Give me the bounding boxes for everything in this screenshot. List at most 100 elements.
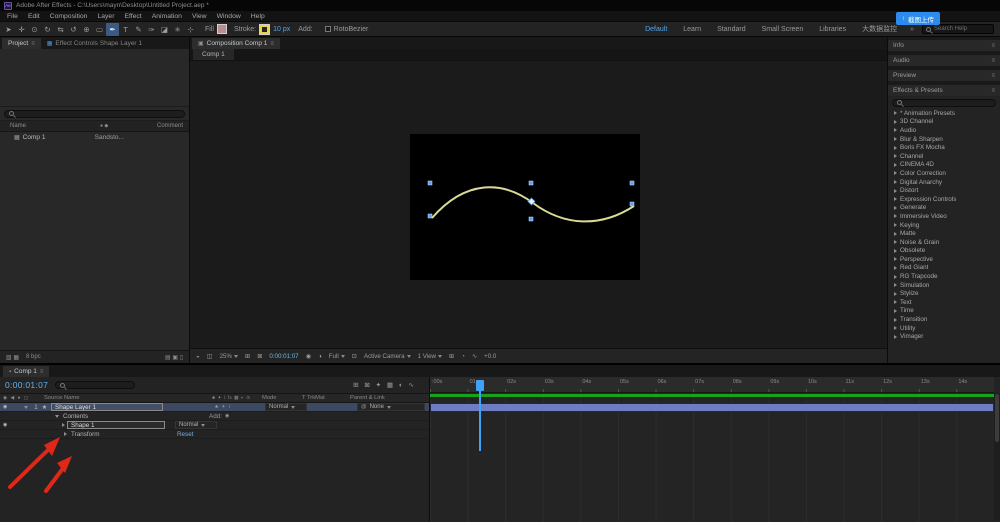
effects-category[interactable]: Perspective <box>888 255 1000 264</box>
selection-tool[interactable]: ➤ <box>2 23 15 36</box>
panel-menu-icon[interactable]: ≡ <box>991 73 995 79</box>
layer-switches[interactable]: ♣ ✦ / <box>215 405 265 410</box>
add-shape-button[interactable]: ◉ <box>225 413 229 419</box>
column-trkmat[interactable]: T TrkMat <box>302 395 350 401</box>
add-shape-label[interactable]: Add: <box>209 413 222 420</box>
panel-menu-icon[interactable]: ≡ <box>991 88 995 94</box>
fill-color-swatch[interactable] <box>217 25 226 33</box>
twirl-right-icon[interactable] <box>894 240 897 245</box>
twirl-right-icon[interactable] <box>894 308 897 313</box>
panel-menu-icon[interactable]: ≡ <box>991 58 995 64</box>
effects-category[interactable]: Red Giant <box>888 264 1000 273</box>
layer-duration-bar[interactable] <box>430 403 994 412</box>
column-comment[interactable]: Comment <box>157 123 189 129</box>
effects-category[interactable]: Channel <box>888 152 1000 161</box>
effects-category[interactable]: Stylize <box>888 289 1000 298</box>
effects-category[interactable]: Vimager <box>888 332 1000 341</box>
workspace-tab[interactable]: Default <box>637 26 675 33</box>
zoom-select[interactable]: 25% <box>220 353 238 360</box>
add-label[interactable]: Add: <box>298 26 312 33</box>
zoom-tool[interactable]: ⊙ <box>28 23 41 36</box>
column-mode[interactable]: Mode <box>262 395 302 401</box>
timeline-vertical-scrollbar[interactable] <box>994 393 1000 520</box>
upload-badge[interactable]: ↑ 截图上传 <box>895 12 940 25</box>
effects-search-input[interactable] <box>892 98 996 107</box>
effects-category[interactable]: Utility <box>888 324 1000 333</box>
effects-category[interactable]: Color Correction <box>888 169 1000 178</box>
resolution-select[interactable]: Full <box>329 353 345 360</box>
bit-depth-indicator[interactable]: 8 bpc <box>26 354 41 360</box>
panel-menu-icon[interactable]: ≡ <box>270 41 274 47</box>
tab-effect-controls[interactable]: ▦ Effect Controls Shape Layer 1 <box>41 38 148 49</box>
panel-menu-icon[interactable]: ≡ <box>991 43 995 49</box>
effects-category[interactable]: Obsolete <box>888 247 1000 256</box>
effects-category[interactable]: Time <box>888 307 1000 316</box>
playhead-line[interactable] <box>479 381 481 451</box>
column-source-name[interactable]: Source Name <box>44 395 212 401</box>
twirl-right-icon[interactable] <box>894 257 897 262</box>
effects-category[interactable]: CINEMA 4D <box>888 161 1000 170</box>
twirl-right-icon[interactable] <box>894 231 897 236</box>
grid-guides-icon[interactable]: ⊞ <box>245 353 250 360</box>
effects-category[interactable]: Immersive Video <box>888 212 1000 221</box>
shape-tool[interactable]: ▭ <box>93 23 106 36</box>
snapshot-icon[interactable]: ◉ <box>306 353 311 360</box>
twirl-right-icon[interactable] <box>894 137 897 142</box>
time-ruler[interactable]: :00s 01s 02s 03s 04s 05s 06s 07s 08s 09s 10s 11s 12s… <box>430 377 994 393</box>
effects-category[interactable]: Keying <box>888 221 1000 230</box>
panel-info[interactable]: Info ≡ <box>888 40 1000 51</box>
shape1-blend-mode-select[interactable]: Normal <box>175 421 217 429</box>
layer-row-shape-layer-1[interactable]: ◉ 1 ★ Shape Layer 1 ♣ ✦ / Normal @ None <box>0 403 429 412</box>
effects-category[interactable]: Expression Controls <box>888 195 1000 204</box>
mask-visibility-icon[interactable]: ⊠ <box>257 353 262 360</box>
twirl-right-icon[interactable] <box>894 334 897 339</box>
layer-name[interactable]: Shape Layer 1 <box>51 403 163 411</box>
channel-icon[interactable]: ◑ <box>318 353 322 360</box>
effects-category[interactable]: Transition <box>888 315 1000 324</box>
effects-category[interactable]: 3D Channel <box>888 118 1000 127</box>
workspace-tab[interactable]: Learn <box>675 26 709 33</box>
twirl-right-icon[interactable] <box>894 317 897 322</box>
column-type-icons[interactable]: ● ◆ <box>100 123 142 129</box>
clone-stamp-tool[interactable]: ✑ <box>145 23 158 36</box>
tab-composition[interactable]: ▣ Composition Comp 1 ≡ <box>192 38 280 49</box>
parent-link-select[interactable]: @ None <box>357 403 425 411</box>
workspace-tab[interactable]: 大数据监控 <box>854 24 905 34</box>
viewer-timecode[interactable]: 0:00:01:07 <box>269 353 298 360</box>
search-help-box[interactable]: Search Help <box>922 24 994 34</box>
twirl-right-icon[interactable] <box>894 300 897 305</box>
menu-item[interactable]: Animation <box>147 13 187 20</box>
effects-category[interactable]: Simulation <box>888 281 1000 290</box>
timeline-toggle-icons[interactable]: ⊞ ⊠ ✦ ▦ ◐ ∿ <box>353 381 424 389</box>
twirl-right-icon[interactable] <box>894 128 897 133</box>
blend-mode-select[interactable]: Normal <box>265 403 307 411</box>
stroke-width-value[interactable]: 10 px <box>273 26 290 33</box>
twirl-right-icon[interactable] <box>894 248 897 253</box>
menu-item[interactable]: File <box>2 13 23 20</box>
effects-category[interactable]: Blur & Sharpen <box>888 135 1000 144</box>
tab-project[interactable]: Project ≡ <box>2 38 41 49</box>
twirl-right-icon[interactable] <box>894 214 897 219</box>
type-tool[interactable]: T <box>119 23 132 36</box>
transform-reset-link[interactable]: Reset <box>177 431 193 438</box>
roi-icon[interactable]: ⊡ <box>352 353 357 360</box>
tab-timeline-comp1[interactable]: ▪ Comp 1 ≡ <box>3 366 50 377</box>
pen-tool[interactable]: ✒ <box>106 22 119 36</box>
twirl-right-icon[interactable] <box>894 188 897 193</box>
brush-tool[interactable]: ✎ <box>132 23 145 36</box>
effects-category[interactable]: Audio <box>888 126 1000 135</box>
playhead-handle[interactable] <box>476 380 484 391</box>
timeline-track-area[interactable]: :00s 01s 02s 03s 04s 05s 06s 07s 08s 09s 10s 11s 12s… <box>430 377 994 522</box>
twirl-right-icon[interactable] <box>894 197 897 202</box>
pixel-aspect-icon[interactable]: ⊞ <box>449 353 454 360</box>
effects-category[interactable]: * Animation Presets <box>888 109 1000 118</box>
effects-category[interactable]: Text <box>888 298 1000 307</box>
effects-category[interactable]: Digital Anarchy <box>888 178 1000 187</box>
menu-item[interactable]: Layer <box>92 13 119 20</box>
view-layout-select[interactable]: 1 View <box>418 353 442 360</box>
twirl-right-icon[interactable] <box>894 326 897 331</box>
twirl-right-icon[interactable] <box>894 171 897 176</box>
viewer-tab-comp1[interactable]: Comp 1 <box>193 49 234 60</box>
layer-twirl-icon[interactable] <box>24 405 28 409</box>
twirl-right-icon[interactable] <box>894 274 897 279</box>
